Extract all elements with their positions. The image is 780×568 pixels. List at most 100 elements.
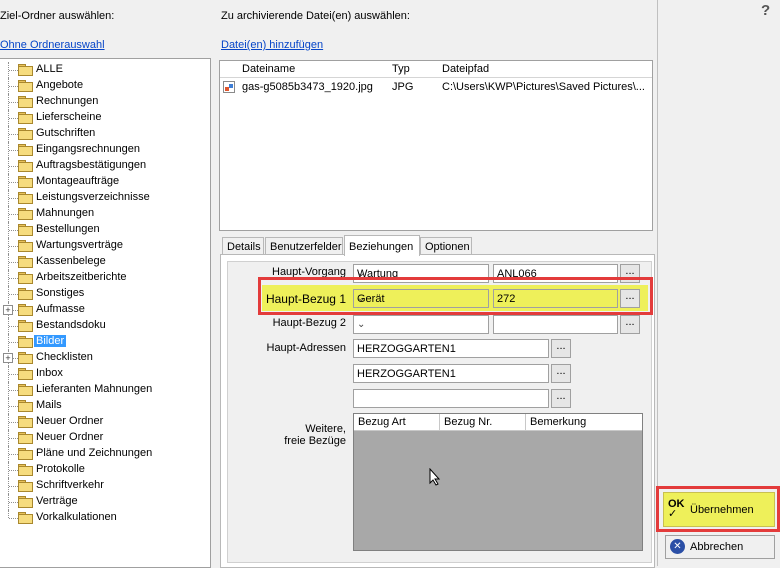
tree-item[interactable]: Mahnungen xyxy=(0,206,209,222)
ok-button[interactable]: OK ✓ Übernehmen xyxy=(663,492,775,527)
column-header-dateipfad[interactable]: Dateipfad xyxy=(438,61,652,78)
expand-icon[interactable]: + xyxy=(3,305,13,315)
file-type: JPG xyxy=(392,81,414,93)
folder-icon xyxy=(18,320,33,332)
address-field-2[interactable]: HERZOGGARTEN1 xyxy=(353,364,549,383)
tab-benutzerfelder[interactable]: Benutzerfelder xyxy=(265,237,343,255)
tree-item-label: Pläne und Zeichnungen xyxy=(36,447,153,459)
folder-icon xyxy=(18,416,33,428)
tree-item-label: Eingangsrechnungen xyxy=(36,143,140,155)
cancel-button[interactable]: ✕ Abbrechen xyxy=(665,535,775,559)
tree-item[interactable]: Kassenbelege xyxy=(0,254,209,270)
haupt-bezug2-select[interactable]: ⌄ xyxy=(353,315,489,334)
help-icon[interactable]: ? xyxy=(761,2,770,19)
haupt-bezug1-select[interactable]: Gerät ⌄ xyxy=(353,289,489,308)
tree-item-label: Vorkalkulationen xyxy=(36,511,117,523)
tree-item-label: Auftragsbestätigungen xyxy=(36,159,147,171)
add-files-link[interactable]: Datei(en) hinzufügen xyxy=(221,39,323,51)
column-header-bezug-nr[interactable]: Bezug Nr. xyxy=(440,414,526,431)
folder-icon xyxy=(18,304,33,316)
folder-icon xyxy=(18,464,33,476)
tree-item-label: Verträge xyxy=(36,495,78,507)
folder-icon xyxy=(18,96,33,108)
files-title: Zu archivierende Datei(en) auswählen: xyxy=(221,10,410,22)
haupt-vorgang-input[interactable]: ANL066 xyxy=(493,264,618,283)
tree-item[interactable]: Sonstiges xyxy=(0,286,209,302)
column-header-bemerkung[interactable]: Bemerkung xyxy=(526,414,642,431)
haupt-bezug2-browse-button[interactable]: ... xyxy=(620,315,640,334)
tree-item[interactable]: Verträge xyxy=(0,494,209,510)
tab-optionen[interactable]: Optionen xyxy=(420,237,472,255)
tree-item[interactable]: Inbox xyxy=(0,366,209,382)
haupt-bezug1-browse-button[interactable]: ... xyxy=(620,289,640,308)
address-2-browse-button[interactable]: ... xyxy=(551,364,571,383)
haupt-vorgang-select[interactable]: Wartung ⌄ xyxy=(353,264,489,283)
tree-item[interactable]: Schriftverkehr xyxy=(0,478,209,494)
tree-item[interactable]: Wartungsverträge xyxy=(0,238,209,254)
file-list[interactable]: Dateiname Typ Dateipfad gas-g5085b3473_1… xyxy=(219,60,653,231)
expand-icon[interactable]: + xyxy=(3,353,13,363)
folder-icon xyxy=(18,80,33,92)
tree-item[interactable]: Mails xyxy=(0,398,209,414)
tree-item-label: Arbeitszeitberichte xyxy=(36,271,127,283)
address-1-browse-button[interactable]: ... xyxy=(551,339,571,358)
tree-item-label: Bestellungen xyxy=(36,223,100,235)
tree-item[interactable]: Montageaufträge xyxy=(0,174,209,190)
tree-item[interactable]: Vorkalkulationen xyxy=(0,510,209,526)
folder-icon xyxy=(18,272,33,284)
tree-item[interactable]: Eingangsrechnungen xyxy=(0,142,209,158)
haupt-bezug2-label: Haupt-Bezug 2 xyxy=(272,317,346,329)
tree-item-label: Aufmasse xyxy=(36,303,85,315)
tab-beziehungen[interactable]: Beziehungen xyxy=(344,235,420,256)
tree-item[interactable]: Neuer Ordner xyxy=(0,430,209,446)
column-header-bezug-art[interactable]: Bezug Art xyxy=(354,414,440,431)
tree-item-label: Gutschriften xyxy=(36,127,96,139)
folder-icon xyxy=(18,288,33,300)
tab-details[interactable]: Details xyxy=(222,237,264,255)
tree-item[interactable]: Auftragsbestätigungen xyxy=(0,158,209,174)
tree-item[interactable]: + Aufmasse xyxy=(0,302,209,318)
tree-item[interactable]: Bestellungen xyxy=(0,222,209,238)
tree-item[interactable]: Bilder xyxy=(0,334,209,350)
table-row[interactable]: gas-g5085b3473_1920.jpg JPG C:\Users\KWP… xyxy=(220,79,652,95)
folder-tree[interactable]: ALLE Angebote Rechnungen Lieferscheine Gutsc… xyxy=(0,58,211,568)
tree-item-label: Lieferscheine xyxy=(36,111,102,123)
tree-item[interactable]: Pläne und Zeichnungen xyxy=(0,446,209,462)
folder-icon xyxy=(18,368,33,380)
tree-item[interactable]: Arbeitszeitberichte xyxy=(0,270,209,286)
relations-table[interactable]: Bezug Art Bezug Nr. Bemerkung xyxy=(353,413,643,551)
chevron-down-icon: ⌄ xyxy=(357,293,366,304)
ok-icon: OK ✓ xyxy=(668,498,685,520)
tree-item[interactable]: Lieferscheine xyxy=(0,110,209,126)
tree-item[interactable]: Gutschriften xyxy=(0,126,209,142)
tree-item[interactable]: Protokolle xyxy=(0,462,209,478)
image-file-icon xyxy=(223,81,235,93)
tree-item[interactable]: + Checklisten xyxy=(0,350,209,366)
haupt-bezug1-input[interactable]: 272 xyxy=(493,289,618,308)
chevron-down-icon: ⌄ xyxy=(357,268,366,279)
tree-item-label: Neuer Ordner xyxy=(36,415,104,427)
haupt-vorgang-browse-button[interactable]: ... xyxy=(620,264,640,283)
tree-item-label: Neuer Ordner xyxy=(36,431,104,443)
column-header-typ[interactable]: Typ xyxy=(388,61,439,78)
haupt-bezug2-input[interactable] xyxy=(493,315,618,334)
tree-item-label: Inbox xyxy=(36,367,63,379)
tree-item[interactable]: Lieferanten Mahnungen xyxy=(0,382,209,398)
tree-item[interactable]: Bestandsdoku xyxy=(0,318,209,334)
tree-item[interactable]: ALLE xyxy=(0,62,209,78)
folder-icon xyxy=(18,128,33,140)
tree-item[interactable]: Neuer Ordner xyxy=(0,414,209,430)
tree-item[interactable]: Leistungsverzeichnisse xyxy=(0,190,209,206)
no-folder-link[interactable]: Ohne Ordnerauswahl xyxy=(0,39,105,51)
column-header-dateiname[interactable]: Dateiname xyxy=(238,61,389,78)
mouse-cursor-icon xyxy=(429,468,441,486)
tree-item-label: Angebote xyxy=(36,79,84,91)
address-3-browse-button[interactable]: ... xyxy=(551,389,571,408)
address-field-1[interactable]: HERZOGGARTEN1 xyxy=(353,339,549,358)
tree-item-label: Kassenbelege xyxy=(36,255,106,267)
folder-icon xyxy=(18,432,33,444)
tree-item[interactable]: Angebote xyxy=(0,78,209,94)
haupt-adressen-label: Haupt-Adressen xyxy=(266,342,347,354)
tree-item[interactable]: Rechnungen xyxy=(0,94,209,110)
address-field-3[interactable] xyxy=(353,389,549,408)
